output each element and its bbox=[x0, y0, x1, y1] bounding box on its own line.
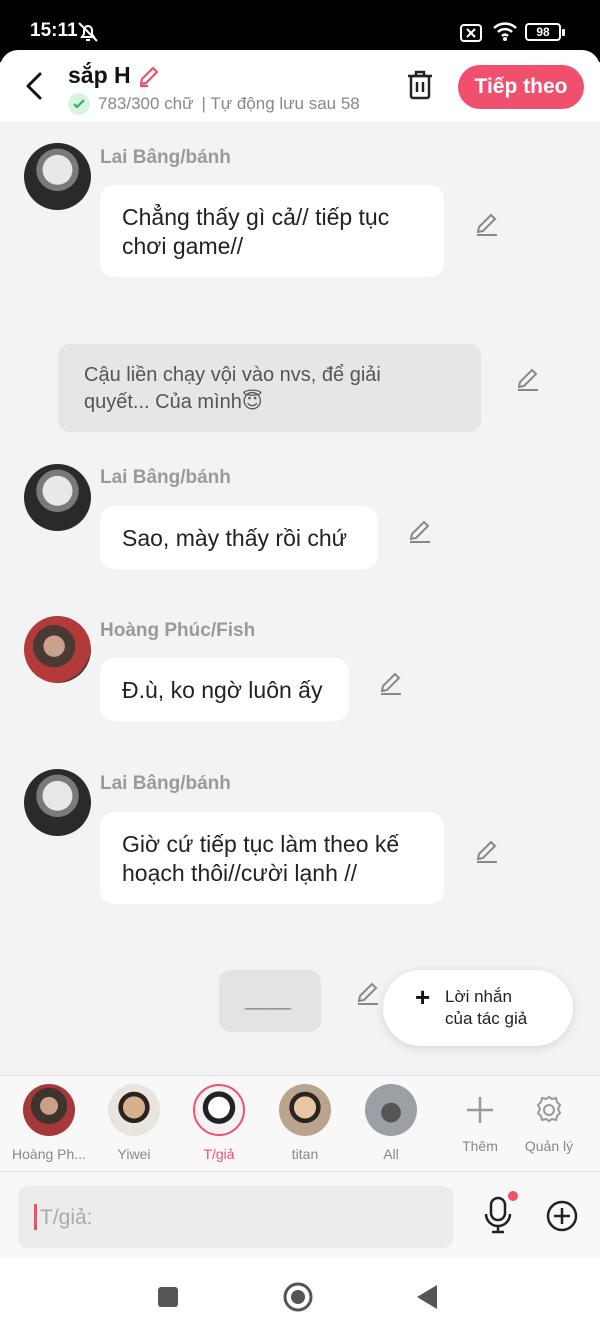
character-yiwei[interactable]: Yiwei bbox=[93, 1084, 175, 1162]
pencil-icon[interactable] bbox=[137, 64, 161, 88]
wifi-icon bbox=[493, 22, 517, 41]
next-button[interactable]: Tiếp theo bbox=[458, 65, 584, 109]
author-note-label: Lời nhắn bbox=[445, 987, 512, 1006]
narration-line: Cậu liền chạy vội vào nvs, để giải bbox=[84, 364, 381, 386]
character-all[interactable]: All bbox=[350, 1084, 432, 1162]
manage-button[interactable]: Quản lý bbox=[514, 1090, 584, 1154]
trash-icon[interactable] bbox=[404, 68, 436, 102]
notification-dot bbox=[508, 1191, 518, 1201]
no-sim-icon bbox=[460, 24, 482, 42]
character-avatar bbox=[279, 1084, 331, 1136]
character-name: Yiwei bbox=[117, 1146, 151, 1162]
microphone-button[interactable] bbox=[482, 1191, 518, 1240]
sender-name: Lai Bâng/bánh bbox=[100, 773, 231, 794]
mute-bell-icon bbox=[78, 22, 98, 42]
recent-apps-icon[interactable] bbox=[157, 1286, 179, 1308]
character-tac-gia[interactable]: T/giả bbox=[178, 1084, 260, 1162]
character-hoang-phuc[interactable]: Hoàng Ph... bbox=[8, 1084, 90, 1162]
message-text-line: chơi game// bbox=[122, 233, 244, 259]
narration-line: quyết... Của mình😇 bbox=[84, 391, 263, 413]
character-avatar bbox=[365, 1084, 417, 1136]
message-text-line: hoạch thôi//cười lạnh // bbox=[122, 860, 358, 886]
edit-pencil-icon[interactable] bbox=[515, 366, 541, 392]
message-text-line: Đ.ù, ko ngờ luôn ấy bbox=[122, 677, 323, 703]
message-bubble[interactable]: Giờ cứ tiếp tục làm theo kế hoạch thôi//… bbox=[100, 812, 444, 904]
autosave-text: | Tự động lưu sau 58 bbox=[201, 94, 360, 113]
save-status: 783/300 chữ | Tự động lưu sau 58 bbox=[68, 93, 360, 115]
edit-pencil-icon[interactable] bbox=[474, 211, 500, 237]
character-avatar bbox=[108, 1084, 160, 1136]
message-bubble[interactable]: Sao, mày thấy rồi chứ bbox=[100, 506, 378, 569]
character-avatar bbox=[23, 1084, 75, 1136]
input-placeholder: T/giả: bbox=[40, 1206, 93, 1229]
manage-label: Quản lý bbox=[524, 1138, 574, 1154]
back-triangle-icon[interactable] bbox=[415, 1283, 439, 1311]
microphone-icon bbox=[484, 1196, 512, 1234]
home-icon[interactable] bbox=[282, 1281, 314, 1313]
edit-pencil-icon[interactable] bbox=[355, 980, 381, 1006]
plus-icon: + bbox=[415, 982, 431, 1012]
editor-header: sắp H 783/300 chữ | Tự động lưu sau 58 T… bbox=[0, 50, 600, 122]
plus-icon bbox=[445, 1090, 515, 1130]
gear-icon bbox=[514, 1090, 584, 1130]
status-time: 15:11 bbox=[30, 20, 78, 41]
author-note-label: của tác giả bbox=[445, 1009, 528, 1028]
story-title[interactable]: sắp H bbox=[68, 62, 161, 89]
edit-pencil-icon[interactable] bbox=[474, 838, 500, 864]
message-text-line: Sao, mày thấy rồi chứ bbox=[122, 525, 348, 551]
character-name: Hoàng Ph... bbox=[12, 1146, 86, 1162]
edit-pencil-icon[interactable] bbox=[378, 670, 404, 696]
empty-message-bubble[interactable]: _____ bbox=[219, 970, 321, 1032]
character-avatar bbox=[193, 1084, 245, 1136]
input-bar: T/giả: bbox=[0, 1173, 600, 1258]
system-nav-bar bbox=[0, 1258, 600, 1333]
message-bubble[interactable]: Chẳng thấy gì cả// tiếp tục chơi game// bbox=[100, 185, 444, 277]
character-name: titan bbox=[291, 1146, 319, 1162]
placeholder-text: _____ bbox=[245, 990, 291, 1010]
add-circle-icon[interactable] bbox=[545, 1199, 579, 1233]
sender-name: Hoàng Phúc/Fish bbox=[100, 620, 256, 641]
author-note-button[interactable]: + Lời nhắn của tác giả bbox=[383, 970, 573, 1046]
word-count: 783/300 chữ bbox=[98, 94, 194, 113]
back-arrow-icon[interactable] bbox=[20, 68, 50, 104]
narration-block[interactable]: Cậu liền chạy vội vào nvs, để giải quyết… bbox=[58, 344, 481, 432]
message-input[interactable]: T/giả: bbox=[18, 1186, 453, 1248]
sender-name: Lai Bâng/bánh bbox=[100, 467, 231, 488]
message-text-line: Giờ cứ tiếp tục làm theo kế bbox=[122, 831, 400, 857]
message-bubble[interactable]: Đ.ù, ko ngờ luôn ấy bbox=[100, 658, 349, 721]
character-titan[interactable]: titan bbox=[264, 1084, 346, 1162]
avatar-lai-bang[interactable] bbox=[24, 464, 91, 531]
battery-icon: 98 bbox=[525, 23, 565, 41]
character-name: All bbox=[383, 1146, 399, 1162]
check-icon bbox=[68, 93, 90, 115]
avatar-hoang-phuc[interactable] bbox=[24, 616, 91, 683]
add-character-label: Thêm bbox=[462, 1138, 498, 1154]
story-title-text: sắp H bbox=[68, 62, 131, 88]
avatar-lai-bang[interactable] bbox=[24, 769, 91, 836]
message-text-line: Chẳng thấy gì cả// tiếp tục bbox=[122, 204, 390, 230]
avatar-lai-bang[interactable] bbox=[24, 143, 91, 210]
add-character-button[interactable]: Thêm bbox=[445, 1090, 515, 1154]
text-cursor bbox=[34, 1204, 37, 1230]
edit-pencil-icon[interactable] bbox=[407, 518, 433, 544]
character-name: T/giả bbox=[203, 1146, 235, 1162]
character-bar: Hoàng Ph... Yiwei T/giả titan All Thêm Q… bbox=[0, 1075, 600, 1172]
sender-name: Lai Bâng/bánh bbox=[100, 147, 231, 168]
